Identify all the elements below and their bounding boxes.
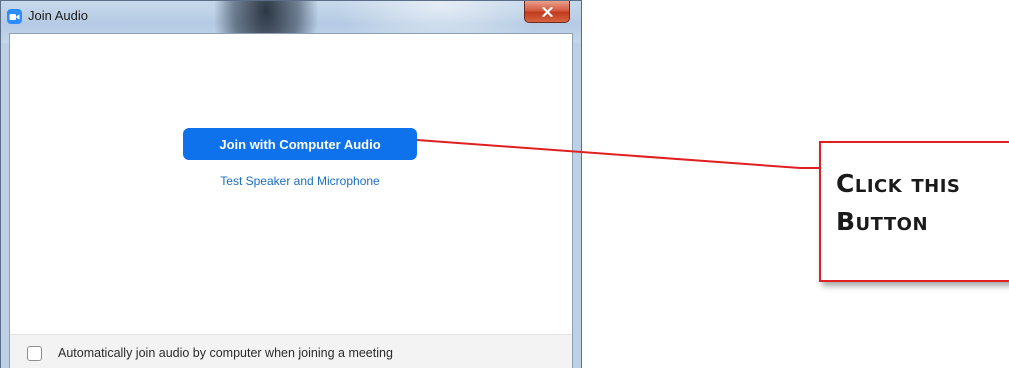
callout-line-1: Click this: [836, 169, 961, 198]
screenshot-canvas: Join Audio Join with Computer Audio Test…: [0, 0, 1009, 368]
annotation-callout: Click this Button: [819, 141, 1009, 282]
callout-text: Click this Button: [836, 165, 1006, 240]
callout-line-2: Button: [836, 206, 929, 236]
